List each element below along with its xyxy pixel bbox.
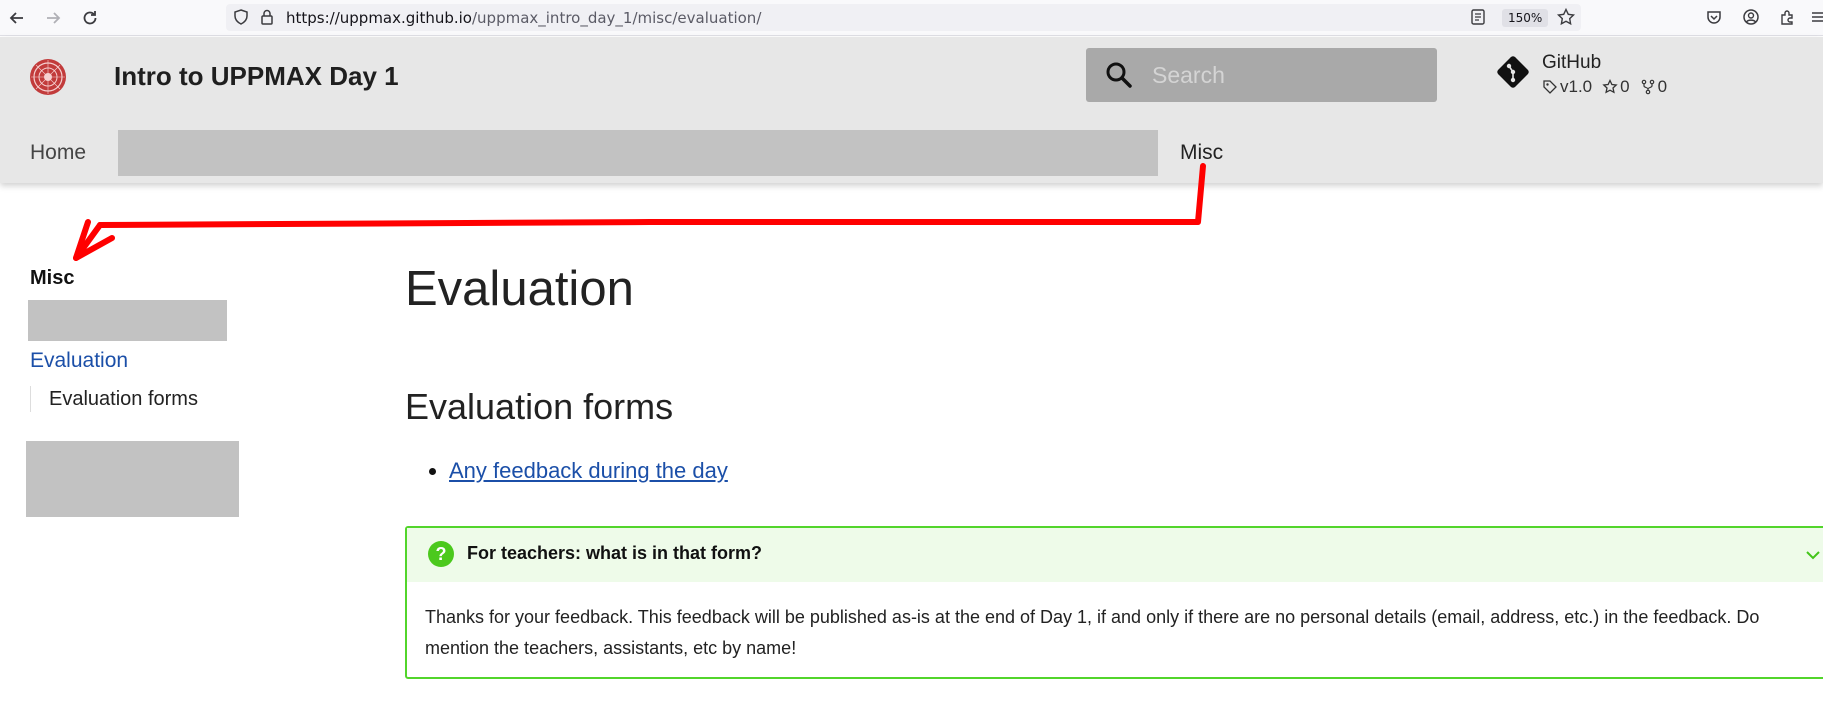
search-box[interactable] bbox=[1086, 48, 1437, 102]
git-icon bbox=[1496, 55, 1530, 89]
zoom-level[interactable]: 150% bbox=[1502, 9, 1549, 27]
bookmark-star-icon[interactable] bbox=[1556, 7, 1576, 27]
tab-misc[interactable]: Misc bbox=[1180, 141, 1223, 165]
repo-forks-count: 0 bbox=[1657, 77, 1668, 96]
fork-icon bbox=[1641, 79, 1654, 95]
page-title: Evaluation bbox=[405, 262, 634, 316]
url-host: https://uppmax.github.io bbox=[286, 9, 472, 27]
back-icon[interactable] bbox=[6, 7, 28, 29]
repo-name: GitHub bbox=[1542, 52, 1602, 73]
search-icon bbox=[1104, 60, 1134, 90]
site-header: Intro to UPPMAX Day 1 GitHub v1.0 bbox=[0, 37, 1823, 183]
search-input[interactable] bbox=[1150, 57, 1424, 93]
reload-icon[interactable] bbox=[79, 7, 101, 29]
admonition-body: Thanks for your feedback. This feedback … bbox=[425, 607, 1760, 658]
tag-icon bbox=[1543, 80, 1557, 94]
shield-icon[interactable] bbox=[232, 8, 252, 28]
question-icon: ? bbox=[428, 541, 454, 567]
sidebar-redacted-block-2 bbox=[26, 441, 239, 517]
redacted-tabs bbox=[118, 130, 1158, 176]
forward-icon[interactable] bbox=[42, 7, 64, 29]
repo-facts: v1.0 0 0 bbox=[1542, 77, 1667, 97]
chevron-down-icon[interactable] bbox=[1804, 546, 1822, 564]
repo-version-text: v1.0 bbox=[1560, 77, 1593, 96]
feedback-link-list: Any feedback during the day bbox=[405, 458, 728, 484]
sidebar-item-evaluation[interactable]: Evaluation bbox=[30, 349, 128, 373]
nav-tabs: Home Misc bbox=[0, 129, 1823, 183]
repo-stars-count: 0 bbox=[1620, 77, 1630, 96]
site-title[interactable]: Intro to UPPMAX Day 1 bbox=[114, 61, 399, 92]
pocket-icon[interactable] bbox=[1705, 8, 1725, 28]
star-icon bbox=[1602, 79, 1618, 94]
sidebar-subitem-evaluation-forms[interactable]: Evaluation forms bbox=[30, 386, 198, 412]
list-item: Any feedback during the day bbox=[449, 458, 728, 484]
section-title: Evaluation forms bbox=[405, 386, 674, 427]
question-admonition: ? For teachers: what is in that form? Th… bbox=[405, 526, 1823, 679]
url-path: /uppmax_intro_day_1/misc/evaluation/ bbox=[471, 9, 762, 27]
tab-home[interactable]: Home bbox=[30, 141, 86, 165]
repo-version: v1.0 bbox=[1542, 77, 1592, 97]
sidebar-title: Misc bbox=[30, 267, 75, 289]
uppmax-logo-icon[interactable] bbox=[28, 57, 68, 97]
browser-toolbar: https://uppmax.github.io/uppmax_intro_da… bbox=[0, 0, 1823, 36]
repo-forks: 0 bbox=[1640, 77, 1667, 97]
reader-view-icon[interactable] bbox=[1469, 8, 1489, 28]
address-bar[interactable]: https://uppmax.github.io/uppmax_intro_da… bbox=[226, 4, 1581, 31]
feedback-form-link[interactable]: Any feedback during the day bbox=[449, 458, 728, 483]
lock-icon[interactable] bbox=[258, 8, 278, 28]
sidebar-redacted-block bbox=[28, 300, 227, 341]
admonition-header[interactable]: ? For teachers: what is in that form? bbox=[407, 528, 1823, 582]
repo-stars: 0 bbox=[1602, 77, 1630, 97]
url-text[interactable]: https://uppmax.github.io/uppmax_intro_da… bbox=[286, 9, 761, 27]
extensions-icon[interactable] bbox=[1778, 8, 1798, 28]
menu-icon[interactable] bbox=[1810, 8, 1823, 28]
account-icon[interactable] bbox=[1742, 8, 1762, 28]
admonition-title: For teachers: what is in that form? bbox=[467, 543, 763, 563]
